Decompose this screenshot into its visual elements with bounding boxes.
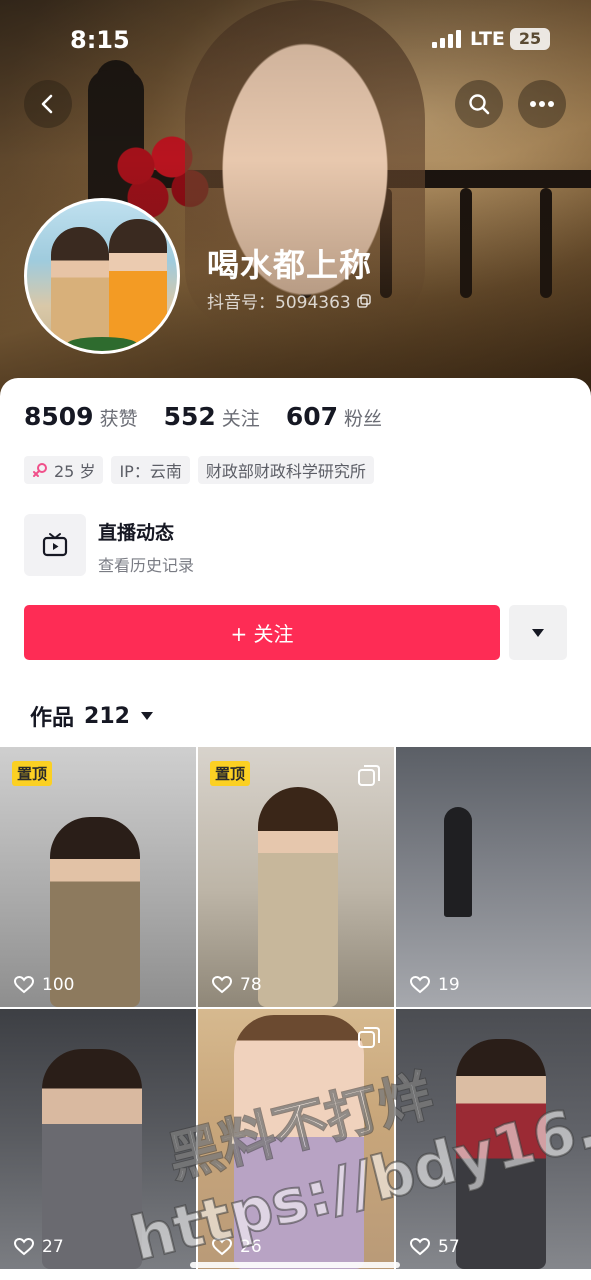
stat-followers[interactable]: 607 粉丝 [286, 402, 382, 431]
live-title: 直播动态 [98, 522, 175, 544]
heart-icon [212, 976, 232, 994]
heart-icon [14, 976, 34, 994]
video-likes-count: 100 [42, 975, 75, 995]
tag-age: 25 岁 [24, 456, 104, 484]
back-button[interactable] [24, 80, 72, 128]
avatar[interactable] [24, 198, 180, 354]
battery-indicator: 25 [510, 28, 550, 50]
video-likes-count: 78 [240, 975, 262, 995]
chevron-left-icon [41, 94, 53, 114]
profile-tags: 25 岁 IP：云南 财政部财政科学研究所 [24, 456, 374, 484]
stat-likes[interactable]: 8509 获赞 [24, 402, 138, 431]
video-thumbnail[interactable]: 置顶 78 [198, 747, 394, 1007]
works-label: 作品 [30, 706, 75, 731]
search-icon [469, 94, 490, 115]
douyin-id: 抖音号：5094363 [207, 293, 351, 313]
more-options-button[interactable] [518, 80, 566, 128]
heart-icon [14, 1238, 34, 1256]
follow-button[interactable]: + 关注 [24, 605, 500, 660]
heart-icon [410, 1238, 430, 1256]
douyin-id-row[interactable]: 抖音号：5094363 [207, 288, 371, 313]
video-grid: 置顶 100 置顶 78 19 27 26 57 [0, 747, 591, 1280]
tag-age-text: 25 岁 [54, 462, 96, 481]
triangle-down-icon [140, 712, 153, 720]
video-thumbnail[interactable]: 57 [396, 1009, 591, 1269]
video-likes-count: 27 [42, 1237, 64, 1257]
copy-icon[interactable] [356, 293, 371, 308]
pinned-badge: 置顶 [210, 761, 251, 786]
status-bar: 8:15 LTE 25 [0, 0, 591, 80]
profile-stats: 8509 获赞 552 关注 607 粉丝 [24, 402, 382, 431]
network-type: LTE [470, 28, 505, 50]
heart-icon [212, 1238, 232, 1256]
multi-image-icon [358, 765, 380, 786]
tag-school[interactable]: 财政部财政科学研究所 [197, 456, 374, 484]
stat-following[interactable]: 552 关注 [164, 402, 260, 431]
live-icon-box [24, 514, 86, 576]
video-likes-count: 26 [240, 1237, 262, 1257]
video-likes: 26 [212, 1237, 262, 1257]
multi-image-icon [358, 1027, 380, 1048]
live-subtitle: 查看历史记录 [98, 556, 195, 575]
search-button[interactable] [455, 80, 503, 128]
video-likes: 100 [14, 975, 74, 995]
ellipsis-icon [530, 101, 554, 107]
stat-following-label: 关注 [221, 408, 260, 430]
video-likes: 27 [14, 1237, 64, 1257]
video-likes-count: 57 [438, 1237, 460, 1257]
follow-button-label: + 关注 [230, 622, 294, 646]
video-likes: 57 [410, 1237, 460, 1257]
live-history-entry[interactable]: 直播动态 查看历史记录 [24, 514, 564, 576]
stat-following-value: 552 [163, 402, 216, 431]
video-thumbnail[interactable]: 26 [198, 1009, 394, 1269]
status-time: 8:15 [70, 26, 130, 54]
stat-likes-value: 8509 [24, 402, 94, 431]
tag-school-text: 财政部财政科学研究所 [205, 462, 366, 481]
stat-followers-label: 粉丝 [344, 408, 383, 430]
video-thumbnail[interactable]: 19 [396, 747, 591, 1007]
video-thumbnail[interactable]: 置顶 100 [0, 747, 196, 1007]
signal-icon [432, 30, 464, 48]
heart-icon [410, 976, 430, 994]
works-count: 212 [84, 703, 130, 729]
triangle-down-icon [532, 628, 544, 637]
video-likes: 78 [212, 975, 262, 995]
video-thumbnail[interactable]: 27 [0, 1009, 196, 1269]
tv-icon [42, 533, 68, 557]
stat-likes-label: 获赞 [99, 408, 138, 430]
profile-nickname: 喝水都上称 [207, 246, 373, 284]
female-icon [33, 463, 47, 477]
follow-dropdown-button[interactable] [509, 605, 567, 660]
tag-ip: IP：云南 [111, 456, 190, 484]
pinned-badge: 置顶 [12, 761, 53, 786]
home-indicator[interactable] [190, 1262, 400, 1268]
stat-followers-value: 607 [285, 402, 338, 431]
video-likes: 19 [410, 975, 460, 995]
works-tab[interactable]: 作品 212 [30, 700, 154, 732]
tag-ip-text: IP：云南 [119, 462, 182, 481]
video-likes-count: 19 [438, 975, 460, 995]
